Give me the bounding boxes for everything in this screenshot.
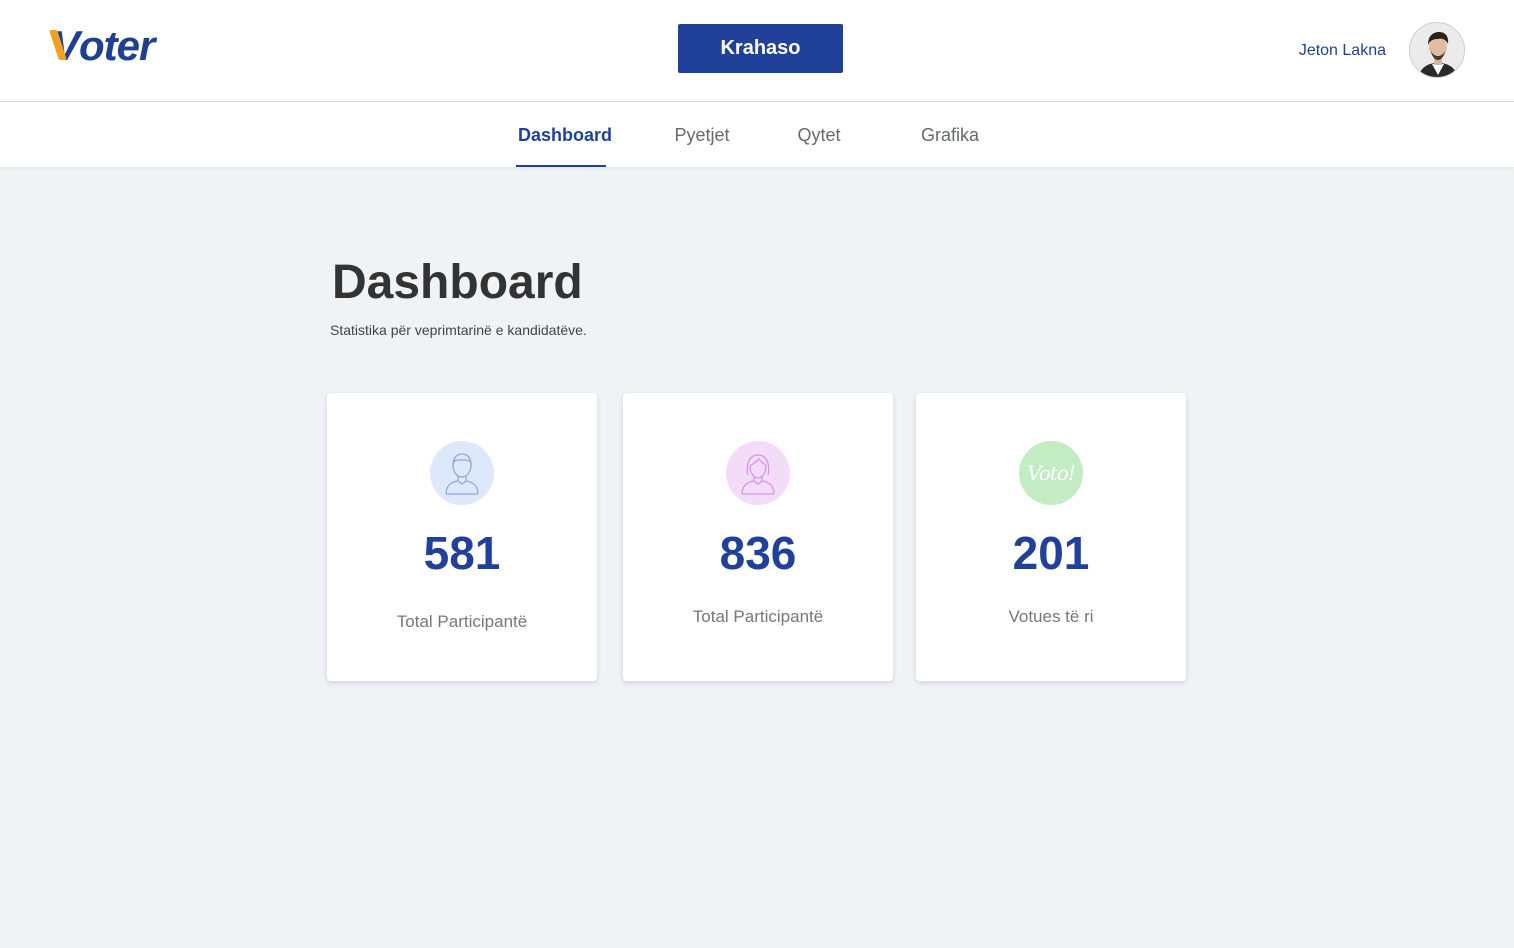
stat-value: 581 bbox=[423, 527, 501, 579]
voter-logo[interactable]: Voter bbox=[49, 22, 155, 70]
voto-icon-text: Voto! bbox=[1027, 461, 1076, 485]
tab-pyetjet[interactable]: Pyetjet bbox=[674, 102, 730, 167]
stat-value: 201 bbox=[1012, 527, 1090, 579]
top-header: Voter Krahaso Jeton Lakna bbox=[0, 0, 1514, 102]
logo-initial: V bbox=[49, 22, 80, 70]
voto-icon: Voto! bbox=[1019, 441, 1083, 505]
male-user-glyph bbox=[445, 453, 479, 495]
stat-card-female[interactable]: 836 Total Participantë bbox=[623, 393, 893, 681]
compare-button[interactable]: Krahaso bbox=[678, 24, 843, 73]
logo-text: oter bbox=[79, 22, 155, 69]
stat-label: Total Participantë bbox=[692, 607, 824, 626]
female-user-icon bbox=[726, 441, 790, 505]
avatar[interactable] bbox=[1409, 22, 1465, 78]
stat-value: 836 bbox=[719, 527, 797, 579]
main-nav: Dashboard Pyetjet Qytet Grafika bbox=[0, 102, 1514, 167]
male-user-icon bbox=[430, 441, 494, 505]
female-user-glyph bbox=[741, 454, 775, 495]
page-subtitle: Statistika për veprimtarinë e kandidatëv… bbox=[330, 322, 587, 338]
stat-label: Total Participantë bbox=[396, 612, 528, 631]
stat-label: Votues të ri bbox=[1008, 607, 1094, 626]
tab-qytet[interactable]: Qytet bbox=[797, 102, 841, 167]
user-name[interactable]: Jeton Lakna bbox=[1299, 40, 1386, 62]
tab-dashboard[interactable]: Dashboard bbox=[516, 102, 612, 167]
tab-grafika[interactable]: Grafika bbox=[921, 102, 979, 167]
page-title: Dashboard bbox=[332, 256, 583, 309]
stat-card-new-voters[interactable]: Voto! 201 Votues të ri bbox=[916, 393, 1186, 681]
stat-card-male[interactable]: 581 Total Participantë bbox=[327, 393, 597, 681]
avatar-photo bbox=[1410, 23, 1464, 77]
